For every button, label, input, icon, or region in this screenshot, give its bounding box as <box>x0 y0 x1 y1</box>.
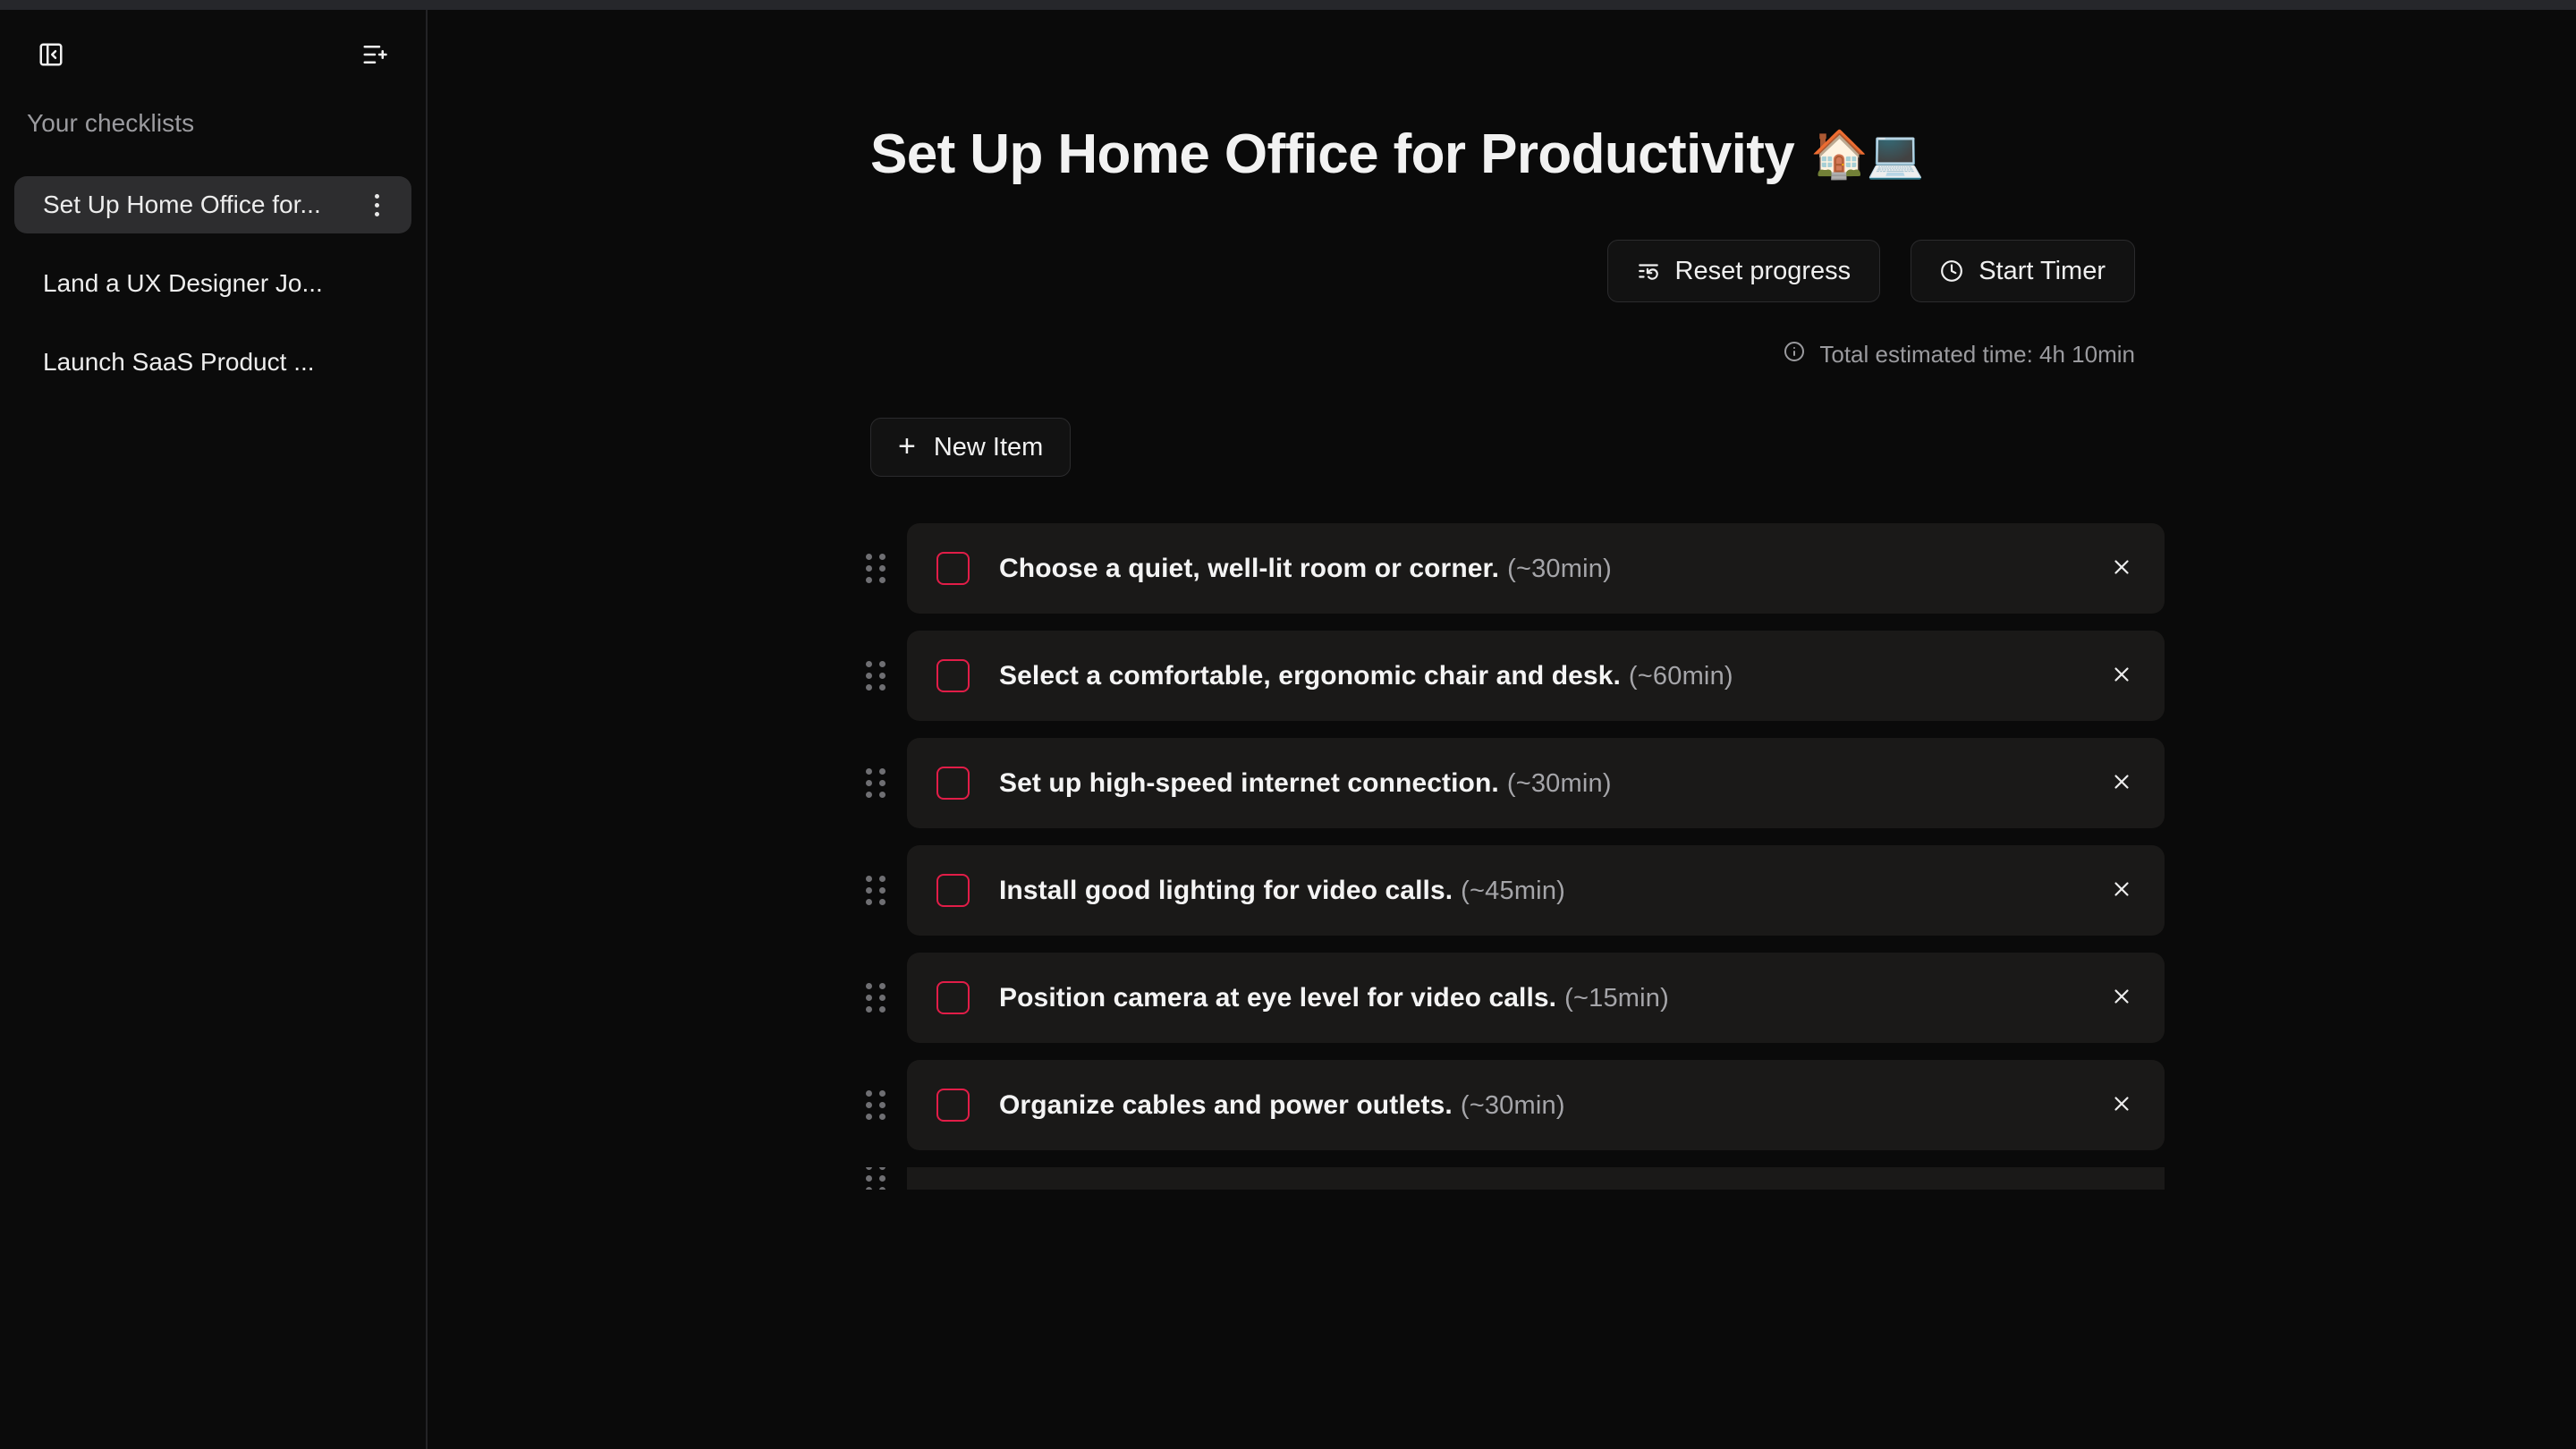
task-card[interactable]: Position camera at eye level for video c… <box>907 953 2165 1043</box>
delete-task-button[interactable] <box>2079 845 2165 936</box>
delete-task-button[interactable] <box>2079 631 2165 721</box>
plus-icon: + <box>898 429 916 463</box>
task-row: Organize cables and power outlets. (~30mi… <box>841 1060 2165 1150</box>
page-title-text: Set Up Home Office for Productivity <box>870 123 1795 185</box>
checklist-list: Set Up Home Office for... Land a UX Desi… <box>0 176 426 391</box>
list-restart-icon <box>1637 259 1660 283</box>
list-plus-icon <box>361 41 388 71</box>
task-row: Choose a quiet, well-lit room or corner.… <box>841 523 2165 614</box>
panel-left-close-icon <box>38 41 64 71</box>
task-card[interactable]: Select a comfortable, ergonomic chair an… <box>907 631 2165 721</box>
close-x-icon <box>2110 877 2133 903</box>
sidebar-item-launch-saas-product[interactable]: Launch SaaS Product ... <box>14 334 411 391</box>
close-x-icon <box>2110 985 2133 1011</box>
task-estimate: (~15min) <box>1564 983 1669 1013</box>
sidebar-item-land-a-ux-designer-job[interactable]: Land a UX Designer Jo... <box>14 255 411 312</box>
task-estimate: (~30min) <box>1460 1090 1565 1120</box>
grip-vertical-icon[interactable] <box>841 983 907 1013</box>
task-estimate: (~60min) <box>1628 661 1733 691</box>
new-item-button[interactable]: + New Item <box>870 418 1072 477</box>
sidebar-item-label: Set Up Home Office for... <box>43 191 321 218</box>
start-timer-button[interactable]: Start Timer <box>1911 240 2135 302</box>
task-text: Install good lighting for video calls. <box>999 875 1453 905</box>
kebab-menu-icon[interactable] <box>361 187 392 223</box>
new-item-label: New Item <box>933 432 1044 462</box>
grip-vertical-icon[interactable] <box>841 768 907 798</box>
delete-task-button[interactable] <box>2079 1060 2165 1150</box>
sidebar-item-label: Launch SaaS Product ... <box>43 348 315 376</box>
task-label: Position camera at eye level for video c… <box>999 983 2079 1013</box>
delete-task-button[interactable] <box>2079 523 2165 614</box>
info-circle-icon <box>1784 340 1805 369</box>
action-buttons: Reset progress Start Timer <box>841 240 2165 302</box>
task-label: Install good lighting for video calls. (~… <box>999 876 2079 906</box>
task-card[interactable]: Choose a quiet, well-lit room or corner.… <box>907 523 2165 614</box>
task-text: Choose a quiet, well-lit room or corner. <box>999 553 1500 583</box>
task-checkbox[interactable] <box>936 1089 970 1122</box>
task-row: Position camera at eye level for video c… <box>841 953 2165 1043</box>
reset-progress-button[interactable]: Reset progress <box>1606 240 1881 302</box>
task-card[interactable]: Set up high-speed internet connection. (~… <box>907 738 2165 828</box>
page-title-emoji: 🏠💻 <box>1810 128 1924 182</box>
new-checklist-button[interactable] <box>349 30 401 81</box>
app-root: Your checklists Set Up Home Office for..… <box>0 0 2576 1449</box>
collapse-sidebar-button[interactable] <box>25 30 77 81</box>
close-x-icon <box>2110 663 2133 689</box>
task-label: Select a comfortable, ergonomic chair an… <box>999 661 2079 691</box>
clock-icon <box>1940 259 1963 283</box>
sidebar-item-label: Land a UX Designer Jo... <box>43 269 323 297</box>
task-estimate: (~45min) <box>1461 876 1566 905</box>
grip-vertical-icon[interactable] <box>841 554 907 583</box>
task-text: Select a comfortable, ergonomic chair an… <box>999 660 1621 691</box>
task-text: Position camera at eye level for video c… <box>999 982 1557 1013</box>
close-x-icon <box>2110 1092 2133 1118</box>
task-checkbox[interactable] <box>936 659 970 692</box>
task-row: Set up high-speed internet connection. (~… <box>841 738 2165 828</box>
total-estimated-time: Total estimated time: 4h 10min <box>841 340 2165 369</box>
delete-task-button[interactable] <box>2079 738 2165 828</box>
sidebar-item-set-up-home-office[interactable]: Set Up Home Office for... <box>14 176 411 233</box>
task-row: Select a comfortable, ergonomic chair an… <box>841 631 2165 721</box>
new-item-row: + New Item <box>841 418 2165 477</box>
task-checkbox[interactable] <box>936 981 970 1014</box>
task-card[interactable] <box>907 1167 2165 1190</box>
page-title: Set Up Home Office for Productivity 🏠💻 <box>870 122 2165 188</box>
task-text: Organize cables and power outlets. <box>999 1089 1453 1120</box>
start-timer-label: Start Timer <box>1979 256 2106 285</box>
task-checkbox[interactable] <box>936 767 970 800</box>
task-row: Install good lighting for video calls. (~… <box>841 845 2165 936</box>
sidebar: Your checklists Set Up Home Office for..… <box>0 10 428 1449</box>
task-text: Set up high-speed internet connection. <box>999 767 1499 798</box>
task-estimate: (~30min) <box>1507 554 1612 583</box>
task-label: Choose a quiet, well-lit room or corner.… <box>999 554 2079 584</box>
grip-vertical-icon[interactable] <box>841 1167 907 1190</box>
task-checkbox[interactable] <box>936 874 970 907</box>
reset-progress-label: Reset progress <box>1674 256 1852 285</box>
grip-vertical-icon[interactable] <box>841 876 907 905</box>
task-card[interactable]: Organize cables and power outlets. (~30mi… <box>907 1060 2165 1150</box>
task-label: Organize cables and power outlets. (~30mi… <box>999 1090 2079 1121</box>
main-content: Set Up Home Office for Productivity 🏠💻 R… <box>429 10 2576 1449</box>
total-estimated-time-label: Total estimated time: 4h 10min <box>1819 341 2135 368</box>
window-titlebar <box>0 0 2576 10</box>
close-x-icon <box>2110 555 2133 581</box>
task-list: Choose a quiet, well-lit room or corner.… <box>841 523 2165 1190</box>
grip-vertical-icon[interactable] <box>841 661 907 691</box>
task-row-partial <box>841 1167 2165 1190</box>
task-card[interactable]: Install good lighting for video calls. (~… <box>907 845 2165 936</box>
task-label: Set up high-speed internet connection. (~… <box>999 768 2079 799</box>
delete-task-button[interactable] <box>2079 953 2165 1043</box>
close-x-icon <box>2110 770 2133 796</box>
task-checkbox[interactable] <box>936 552 970 585</box>
sidebar-toolbar <box>0 10 426 108</box>
grip-vertical-icon[interactable] <box>841 1090 907 1120</box>
task-estimate: (~30min) <box>1506 768 1612 798</box>
sidebar-heading: Your checklists <box>27 109 195 137</box>
